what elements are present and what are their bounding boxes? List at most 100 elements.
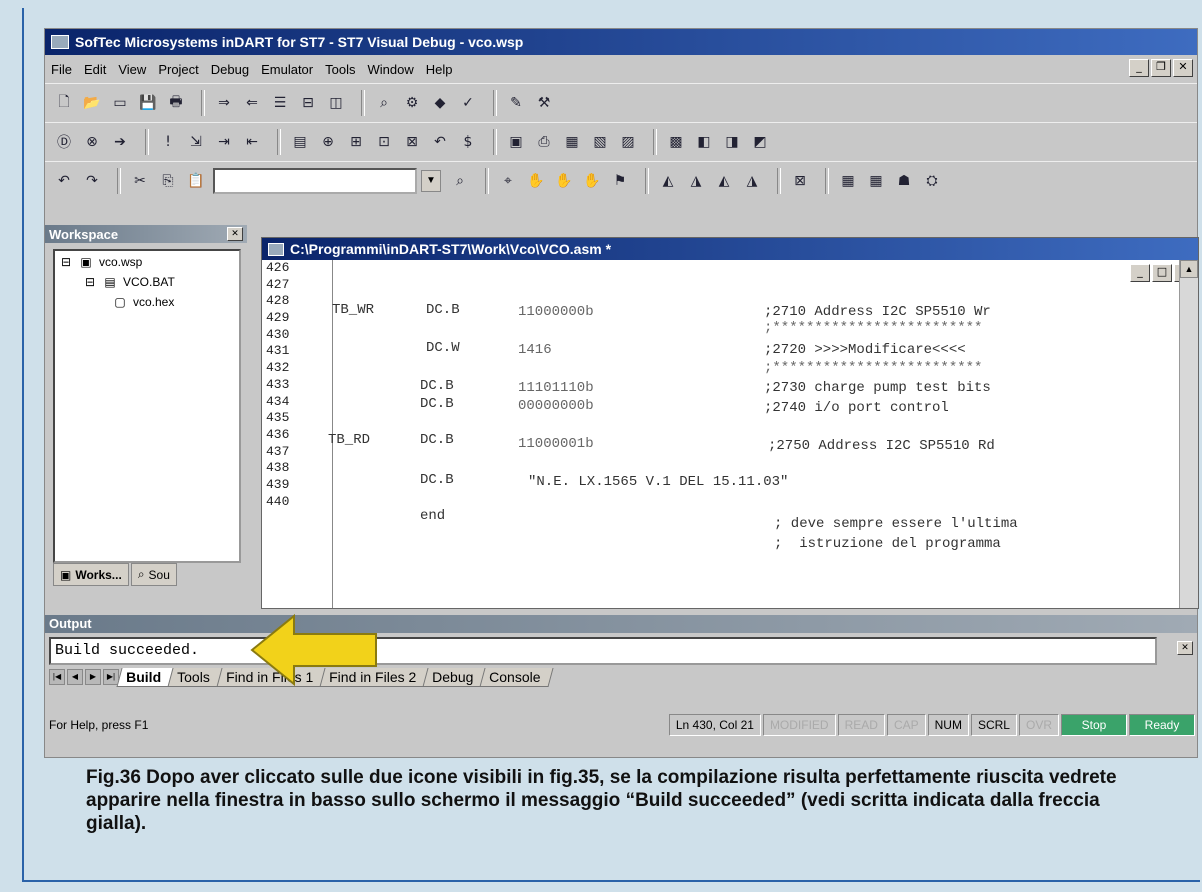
find-in-files-icon[interactable]: ⌕ — [449, 170, 471, 192]
indent-icon[interactable]: ⇒ — [213, 92, 235, 114]
prev-tab-icon[interactable]: ◀ — [67, 669, 83, 685]
code-op: DC.B — [420, 472, 454, 488]
options-icon[interactable]: ⛭ — [921, 170, 943, 192]
menu-window[interactable]: Window — [367, 62, 413, 77]
toolbar-debug: Ⓓ ⊗ ➔ ! ⇲ ⇥ ⇤ ▤ ⊕ ⊞ ⊡ ⊠ ↶ $ ▣ ⎙ ▦ ▧ ▨ ▩ … — [45, 122, 1197, 161]
tree-item-hex[interactable]: ▢ vco.hex — [113, 295, 174, 309]
cut-icon[interactable]: ✂ — [129, 170, 151, 192]
check-icon[interactable]: ✓ — [457, 92, 479, 114]
hand-icon[interactable]: ✋ — [525, 170, 547, 192]
menu-file[interactable]: File — [51, 62, 72, 77]
person-icon[interactable]: ☗ — [893, 170, 915, 192]
menu-edit[interactable]: Edit — [84, 62, 106, 77]
chevron-down-icon[interactable]: ▼ — [421, 170, 441, 192]
next-tab-icon[interactable]: ▶ — [85, 669, 101, 685]
step-out-icon[interactable]: ⇤ — [241, 131, 263, 153]
toolbar-separator — [645, 168, 649, 194]
close-icon[interactable]: ✕ — [227, 227, 243, 241]
tab-label: Sou — [148, 567, 170, 582]
timer-icon[interactable]: ◧ — [693, 131, 715, 153]
new-file-icon[interactable]: 🗋 — [53, 92, 75, 114]
variables-icon[interactable]: ▦ — [561, 131, 583, 153]
build-icon[interactable]: ⚙ — [401, 92, 423, 114]
watch-icon[interactable]: ⊕ — [317, 131, 339, 153]
open-file-icon[interactable]: 📂 — [81, 92, 103, 114]
next-bookmark-icon[interactable]: ◮ — [685, 170, 707, 192]
menu-emulator[interactable]: Emulator — [261, 62, 313, 77]
tab-source[interactable]: ⌕ Sou — [130, 563, 177, 586]
chip-icon[interactable]: ◩ — [749, 131, 771, 153]
list-icon[interactable]: ☰ — [269, 92, 291, 114]
line-number: 426 — [266, 260, 290, 275]
new-window-icon[interactable]: ▭ — [109, 92, 131, 114]
menu-debug[interactable]: Debug — [211, 62, 249, 77]
calendar-alt-icon[interactable]: ▦ — [865, 170, 887, 192]
copy-icon[interactable]: ⎘ — [157, 170, 179, 192]
hand-stop-icon[interactable]: ✋ — [553, 170, 575, 192]
minimize-button[interactable]: _ — [1129, 59, 1149, 77]
compile-icon[interactable]: ◆ — [429, 92, 451, 114]
menu-view[interactable]: View — [118, 62, 146, 77]
print-icon[interactable]: 🖶 — [165, 92, 187, 114]
menu-project[interactable]: Project — [158, 62, 198, 77]
editor-scrollbar[interactable]: ▲ — [1179, 260, 1198, 608]
project-settings-icon[interactable]: ⊠ — [789, 170, 811, 192]
save-icon[interactable]: 💾 — [137, 92, 159, 114]
tools-icon[interactable]: ⚒ — [533, 92, 555, 114]
close-button[interactable]: ✕ — [1173, 59, 1193, 77]
collapse-icon[interactable]: ⊟ — [59, 255, 73, 269]
menu-tools[interactable]: Tools — [325, 62, 355, 77]
peripherals-icon[interactable]: ▨ — [617, 131, 639, 153]
tree-label: vco.hex — [133, 295, 175, 309]
redo-icon[interactable]: ↷ — [81, 170, 103, 192]
memory-icon[interactable]: ⊞ — [345, 131, 367, 153]
trace-icon[interactable]: ▩ — [665, 131, 687, 153]
close-icon[interactable]: ✕ — [1177, 641, 1193, 655]
step-over-icon[interactable]: ⇥ — [213, 131, 235, 153]
step-into-icon[interactable]: ⇲ — [185, 131, 207, 153]
restore-button[interactable]: ❐ — [1151, 59, 1171, 77]
collapse-icon[interactable]: ⊟ — [83, 275, 97, 289]
breakpoint-icon[interactable]: ▤ — [289, 131, 311, 153]
break-icon[interactable]: ! — [157, 131, 179, 153]
stop-icon[interactable]: ⊗ — [81, 131, 103, 153]
scroll-up-icon[interactable]: ▲ — [1180, 260, 1198, 278]
find-combo-input[interactable] — [213, 168, 417, 194]
edit-icon[interactable]: ✎ — [505, 92, 527, 114]
menu-help[interactable]: Help — [426, 62, 453, 77]
tab-tools[interactable]: Tools — [167, 667, 224, 687]
debug-start-icon[interactable]: Ⓓ — [53, 131, 75, 153]
tree-item-workspace[interactable]: ⊟ ▣ vco.wsp — [59, 255, 142, 269]
undo-breakpoint-icon[interactable]: ↶ — [429, 131, 451, 153]
output-text[interactable]: Build succeeded. — [49, 637, 1157, 665]
calendar-icon[interactable]: ▦ — [837, 170, 859, 192]
paste-icon[interactable]: 📋 — [185, 170, 207, 192]
tab-build[interactable]: Build — [116, 667, 175, 687]
toggle-bookmark-icon[interactable]: ◭ — [657, 170, 679, 192]
call-stack-icon[interactable]: ▧ — [589, 131, 611, 153]
undo-icon[interactable]: ↶ — [53, 170, 75, 192]
clear-bookmarks-icon[interactable]: ◮ — [741, 170, 763, 192]
prev-bookmark-icon[interactable]: ◭ — [713, 170, 735, 192]
first-tab-icon[interactable]: |◀ — [49, 669, 65, 685]
outdent-icon[interactable]: ⇐ — [241, 92, 263, 114]
output-window-icon[interactable]: ⎙ — [533, 131, 555, 153]
tab-console[interactable]: Console — [479, 667, 555, 687]
run-icon[interactable]: ➔ — [109, 131, 131, 153]
stack-icon[interactable]: ⊠ — [401, 131, 423, 153]
binoculars-icon[interactable]: ⌖ — [497, 170, 519, 192]
logic-icon[interactable]: ◨ — [721, 131, 743, 153]
grid-icon[interactable]: ⊟ — [297, 92, 319, 114]
dollar-icon[interactable]: $ — [457, 131, 479, 153]
code-comment: ;************************* — [764, 360, 983, 376]
find-icon[interactable]: ⌕ — [373, 92, 395, 114]
tab-debug[interactable]: Debug — [422, 667, 487, 687]
tree-item-project[interactable]: ⊟ ▤ VCO.BAT — [83, 275, 175, 289]
bookmark-icon[interactable]: ⚑ — [609, 170, 631, 192]
columns-icon[interactable]: ◫ — [325, 92, 347, 114]
hand-clear-icon[interactable]: ✋ — [581, 170, 603, 192]
code-area[interactable]: TB_WR DC.B 11000000b ;2710 Address I2C S… — [328, 260, 1178, 608]
register-icon[interactable]: ⊡ — [373, 131, 395, 153]
tab-workspace[interactable]: ▣ Works... — [53, 563, 129, 586]
disassembly-icon[interactable]: ▣ — [505, 131, 527, 153]
